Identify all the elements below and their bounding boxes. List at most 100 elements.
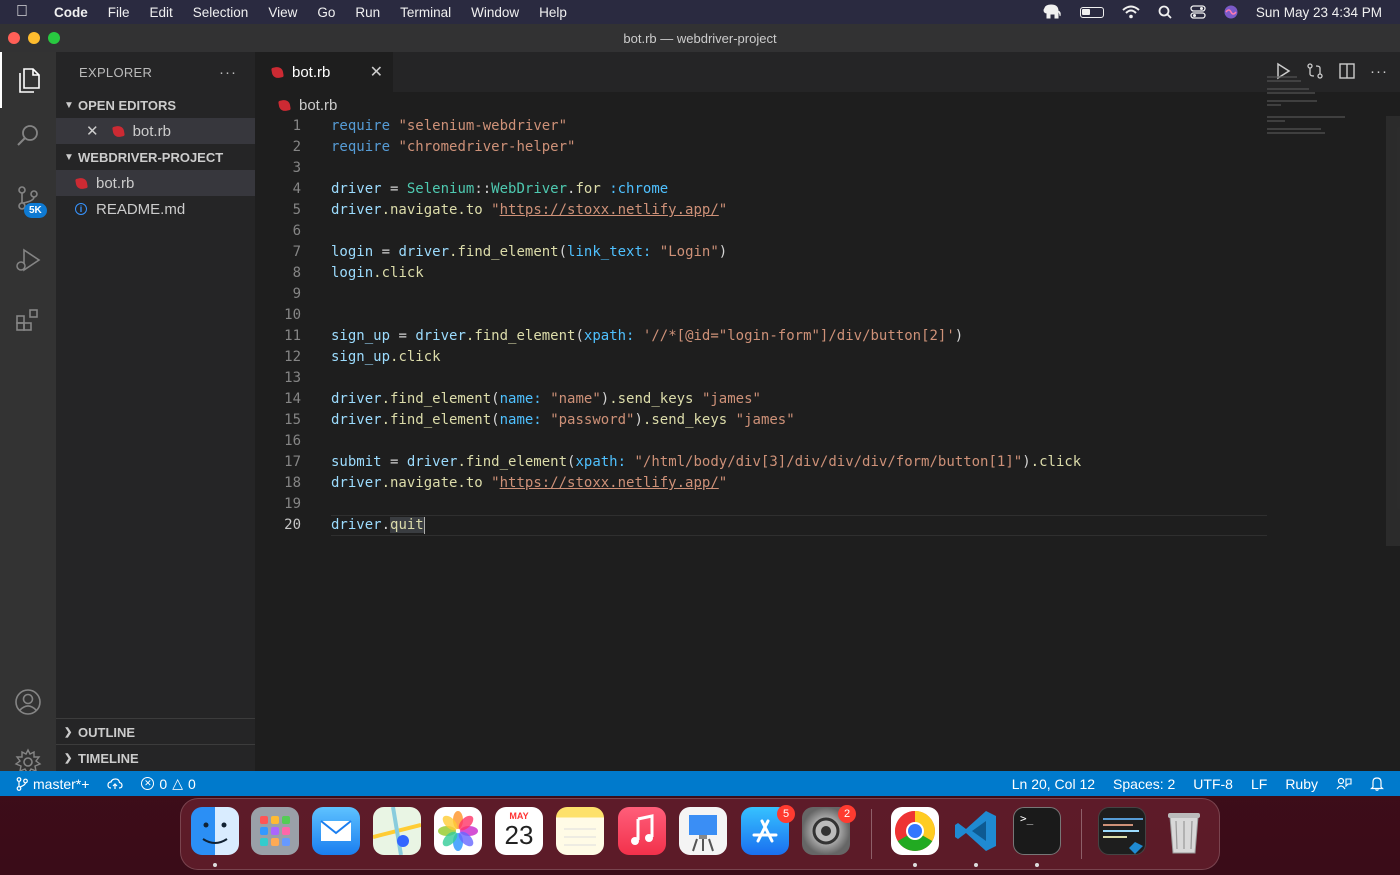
branch-status[interactable]: master*+ <box>0 776 98 792</box>
menu-run[interactable]: Run <box>345 5 390 20</box>
close-window-button[interactable] <box>8 32 20 44</box>
zoom-window-button[interactable] <box>48 32 60 44</box>
encoding-status[interactable]: UTF-8 <box>1184 776 1242 792</box>
battery-icon[interactable] <box>1079 6 1104 18</box>
feedback-button[interactable] <box>1327 777 1361 791</box>
notifications-button[interactable] <box>1361 776 1400 791</box>
apple-menu-icon[interactable]:  <box>0 3 44 21</box>
cursor-position[interactable]: Ln 20, Col 12 <box>1003 776 1104 792</box>
eol-status[interactable]: LF <box>1242 776 1276 792</box>
dock-separator <box>1081 809 1082 859</box>
elephant-status-icon[interactable] <box>1042 4 1062 20</box>
line-number: 7 <box>292 244 301 260</box>
source-control-activity-button[interactable]: 5K <box>0 170 56 226</box>
line-number: 1 <box>292 118 301 134</box>
explorer-title: EXPLORER <box>79 64 153 80</box>
line-number: 6 <box>292 223 301 239</box>
more-actions-icon[interactable]: ··· <box>1370 63 1388 80</box>
menu-go[interactable]: Go <box>307 5 345 20</box>
breadcrumb[interactable]: bot.rb <box>255 92 1400 118</box>
menu-app-name[interactable]: Code <box>44 5 98 20</box>
code-line: 2 require "chromedriver-helper" <box>255 137 1385 158</box>
menu-selection[interactable]: Selection <box>183 5 259 20</box>
account-icon <box>15 689 41 715</box>
timeline-label: TIMELINE <box>78 750 139 766</box>
search-activity-button[interactable] <box>0 108 56 164</box>
project-section[interactable]: ▼ WEBDRIVER-PROJECT <box>56 144 255 170</box>
close-editor-icon[interactable]: ✕ <box>86 122 99 140</box>
timeline-section[interactable]: ❯ TIMELINE <box>56 744 255 771</box>
code-line: 15 driver.find_element(name: "password")… <box>255 410 1385 431</box>
file-item-readme[interactable]: i README.md <box>56 196 255 222</box>
music-dock-icon[interactable] <box>618 807 666 855</box>
sync-status[interactable] <box>98 777 132 790</box>
minimap[interactable] <box>1267 76 1367 136</box>
title-bar: bot.rb — webdriver-project <box>0 24 1400 52</box>
app-store-badge: 5 <box>777 805 795 823</box>
macos-menubar:  Code File Edit Selection View Go Run T… <box>0 0 1400 24</box>
mail-dock-icon[interactable] <box>312 807 360 855</box>
run-debug-activity-button[interactable] <box>0 232 56 288</box>
activity-bar: 5K <box>0 52 56 776</box>
vscode-window-thumbnail[interactable] <box>1098 807 1146 855</box>
control-center-icon[interactable] <box>1190 5 1206 19</box>
maps-dock-icon[interactable] <box>372 806 422 856</box>
error-count: 0 <box>159 775 168 792</box>
siri-icon[interactable] <box>1224 5 1238 19</box>
outline-section[interactable]: ❯ OUTLINE <box>56 718 255 745</box>
menu-help[interactable]: Help <box>529 5 577 20</box>
line-number: 12 <box>284 349 301 365</box>
spotlight-search-icon[interactable] <box>1158 5 1172 19</box>
problems-status[interactable]: ✕ 0 △ 0 <box>132 775 204 792</box>
code-line: 1 require "selenium-webdriver" <box>255 116 1385 137</box>
menu-edit[interactable]: Edit <box>140 5 183 20</box>
open-editor-filename: bot.rb <box>132 122 171 140</box>
line-number: 13 <box>284 370 301 386</box>
code-line: 14 driver.find_element(name: "name").sen… <box>255 389 1385 410</box>
tab-bot-rb[interactable]: bot.rb ✕ <box>255 52 393 92</box>
indentation-status[interactable]: Spaces: 2 <box>1104 776 1184 792</box>
file-item-bot-rb[interactable]: bot.rb <box>56 170 255 196</box>
keynote-dock-icon[interactable] <box>679 807 727 855</box>
line-number: 14 <box>284 391 301 407</box>
file-name: README.md <box>96 200 186 218</box>
launchpad-dock-icon[interactable] <box>251 807 299 855</box>
line-number: 19 <box>284 496 301 512</box>
notes-dock-icon[interactable] <box>556 807 604 855</box>
breadcrumb-file: bot.rb <box>299 96 338 114</box>
terminal-dock-icon[interactable]: >_ <box>1013 807 1061 855</box>
menubar-clock[interactable]: Sun May 23 4:34 PM <box>1256 5 1382 20</box>
wifi-icon[interactable] <box>1122 5 1140 19</box>
photos-dock-icon[interactable] <box>434 807 482 855</box>
minimize-window-button[interactable] <box>28 32 40 44</box>
calendar-dock-icon[interactable]: MAY 23 <box>495 807 543 855</box>
line-content: driver.quit <box>331 516 425 534</box>
code-line: 16 <box>255 431 1385 452</box>
status-bar: master*+ ✕ 0 △ 0 Ln 20, Col 12 Spaces: 2… <box>0 771 1400 796</box>
menu-terminal[interactable]: Terminal <box>390 5 461 20</box>
menu-view[interactable]: View <box>258 5 307 20</box>
finder-dock-icon[interactable] <box>191 807 239 855</box>
close-tab-icon[interactable]: ✕ <box>370 62 383 82</box>
explorer-activity-button[interactable] <box>0 52 56 108</box>
running-indicator <box>213 863 217 867</box>
menu-window[interactable]: Window <box>461 5 529 20</box>
line-number: 4 <box>292 181 301 197</box>
vscode-dock-icon[interactable] <box>952 807 1000 855</box>
code-editor[interactable]: 1 require "selenium-webdriver" 2 require… <box>255 116 1385 536</box>
chrome-dock-icon[interactable] <box>891 807 939 855</box>
accounts-activity-button[interactable] <box>0 674 56 730</box>
open-editors-section[interactable]: ▼ OPEN EDITORS <box>56 92 255 118</box>
vertical-scrollbar[interactable] <box>1386 116 1400 546</box>
menu-file[interactable]: File <box>98 5 140 20</box>
trash-dock-icon[interactable] <box>1160 807 1208 855</box>
code-line: 7 login = driver.find_element(link_text:… <box>255 242 1385 263</box>
open-editor-item[interactable]: ✕ bot.rb <box>56 118 255 144</box>
error-icon: ✕ <box>141 777 155 790</box>
extensions-activity-button[interactable] <box>0 292 56 348</box>
explorer-more-actions-button[interactable]: ··· <box>219 64 237 81</box>
language-mode[interactable]: Ruby <box>1276 776 1327 792</box>
explorer-header: EXPLORER ··· <box>56 52 255 92</box>
ruby-file-icon <box>111 124 125 138</box>
ruby-file-icon <box>278 98 291 112</box>
